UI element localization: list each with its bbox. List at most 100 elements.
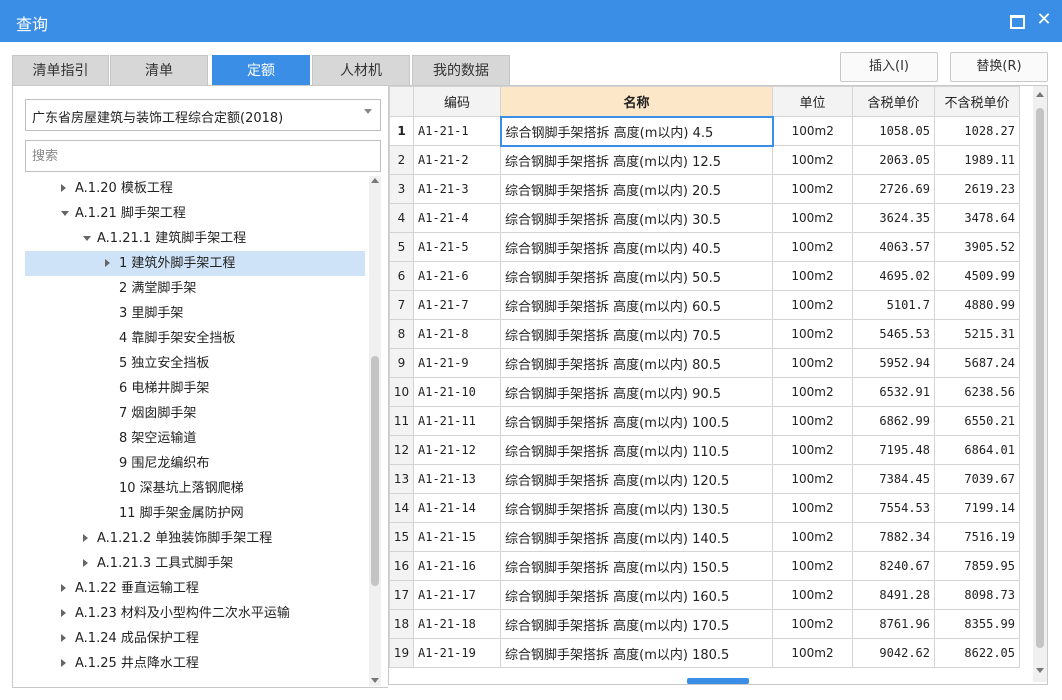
price-notax-cell[interactable]: 5215.31 — [934, 319, 1020, 349]
price-notax-cell[interactable]: 7199.14 — [934, 493, 1020, 523]
tab-quota[interactable]: 定额 — [212, 55, 310, 85]
code-cell[interactable]: A1-21-17 — [413, 580, 501, 610]
unit-cell[interactable]: 100m2 — [772, 232, 853, 262]
price-notax-cell[interactable]: 2619.23 — [934, 174, 1020, 204]
tree-scrollbar[interactable] — [369, 176, 381, 686]
name-cell[interactable]: 综合钢脚手架搭拆 高度(m以内) 30.5 — [500, 203, 773, 233]
price-tax-cell[interactable]: 6532.91 — [852, 377, 935, 407]
tree-node[interactable]: 7 烟囱脚手架 — [25, 401, 365, 426]
triangle-down-icon[interactable] — [61, 211, 69, 216]
code-cell[interactable]: A1-21-8 — [413, 319, 501, 349]
tree-node[interactable]: A.1.22 垂直运输工程 — [25, 576, 365, 601]
unit-cell[interactable]: 100m2 — [772, 522, 853, 552]
table-row[interactable]: 10 A1-21-10 综合钢脚手架搭拆 高度(m以内) 90.5 100m2 6532… — [389, 377, 1020, 407]
row-number[interactable]: 10 — [389, 377, 414, 407]
quota-library-select[interactable]: 广东省房屋建筑与装饰工程综合定额(2018) — [25, 99, 381, 131]
unit-cell[interactable]: 100m2 — [772, 348, 853, 378]
header-price-notax[interactable]: 不含税单价 — [934, 86, 1020, 117]
tab-bill-guide[interactable]: 清单指引 — [12, 55, 109, 85]
code-cell[interactable]: A1-21-5 — [413, 232, 501, 262]
name-cell[interactable]: 综合钢脚手架搭拆 高度(m以内) 120.5 — [500, 464, 773, 494]
name-cell[interactable]: 综合钢脚手架搭拆 高度(m以内) 100.5 — [500, 406, 773, 436]
triangle-right-icon[interactable] — [105, 259, 110, 267]
code-cell[interactable]: A1-21-1 — [413, 116, 501, 146]
tree-node[interactable]: A.1.21.1 建筑脚手架工程 — [25, 226, 365, 251]
tree-node[interactable]: 3 里脚手架 — [25, 301, 365, 326]
name-cell[interactable]: 综合钢脚手架搭拆 高度(m以内) 50.5 — [500, 261, 773, 291]
code-cell[interactable]: A1-21-6 — [413, 261, 501, 291]
name-cell[interactable]: 综合钢脚手架搭拆 高度(m以内) 60.5 — [500, 290, 773, 320]
code-cell[interactable]: A1-21-15 — [413, 522, 501, 552]
header-unit[interactable]: 单位 — [772, 86, 853, 117]
scroll-up-icon[interactable] — [1036, 92, 1044, 97]
row-number[interactable]: 13 — [389, 464, 414, 494]
code-cell[interactable]: A1-21-13 — [413, 464, 501, 494]
scroll-up-icon[interactable] — [371, 178, 379, 183]
price-notax-cell[interactable]: 7859.95 — [934, 551, 1020, 581]
price-notax-cell[interactable]: 8355.99 — [934, 609, 1020, 639]
scroll-down-icon[interactable] — [371, 678, 379, 683]
row-number[interactable]: 3 — [389, 174, 414, 204]
price-notax-cell[interactable]: 7039.67 — [934, 464, 1020, 494]
table-row[interactable]: 18 A1-21-18 综合钢脚手架搭拆 高度(m以内) 170.5 100m2 876… — [389, 609, 1020, 639]
tree-node[interactable]: A.1.23 材料及小型构件二次水平运输 — [25, 601, 365, 626]
tree-node[interactable]: 4 靠脚手架安全挡板 — [25, 326, 365, 351]
name-cell[interactable]: 综合钢脚手架搭拆 高度(m以内) 20.5 — [500, 174, 773, 204]
price-tax-cell[interactable]: 5101.7 — [852, 290, 935, 320]
unit-cell[interactable]: 100m2 — [772, 145, 853, 175]
price-tax-cell[interactable]: 6862.99 — [852, 406, 935, 436]
price-tax-cell[interactable]: 3624.35 — [852, 203, 935, 233]
row-number[interactable]: 17 — [389, 580, 414, 610]
tree-node[interactable]: A.1.21 脚手架工程 — [25, 201, 365, 226]
code-cell[interactable]: A1-21-18 — [413, 609, 501, 639]
name-cell[interactable]: 综合钢脚手架搭拆 高度(m以内) 40.5 — [500, 232, 773, 262]
table-row[interactable]: 1 A1-21-1 综合钢脚手架搭拆 高度(m以内) 4.5 100m2 1058.05… — [389, 115, 1020, 147]
tree-node[interactable]: 11 脚手架金属防护网 — [25, 501, 365, 526]
tree-node[interactable]: 9 围尼龙编织布 — [25, 451, 365, 476]
name-cell[interactable]: 综合钢脚手架搭拆 高度(m以内) 130.5 — [500, 493, 773, 523]
table-row[interactable]: 2 A1-21-2 综合钢脚手架搭拆 高度(m以内) 12.5 100m2 2063.0… — [389, 145, 1020, 175]
table-row[interactable]: 17 A1-21-17 综合钢脚手架搭拆 高度(m以内) 160.5 100m2 849… — [389, 580, 1020, 610]
triangle-right-icon[interactable] — [61, 184, 66, 192]
code-cell[interactable]: A1-21-19 — [413, 638, 501, 668]
price-tax-cell[interactable]: 4695.02 — [852, 261, 935, 291]
price-tax-cell[interactable]: 8761.96 — [852, 609, 935, 639]
name-cell[interactable]: 综合钢脚手架搭拆 高度(m以内) 140.5 — [500, 522, 773, 552]
price-notax-cell[interactable]: 3905.52 — [934, 232, 1020, 262]
name-cell[interactable]: 综合钢脚手架搭拆 高度(m以内) 170.5 — [500, 609, 773, 639]
price-tax-cell[interactable]: 2726.69 — [852, 174, 935, 204]
tree-node[interactable]: 2 满堂脚手架 — [25, 276, 365, 301]
unit-cell[interactable]: 100m2 — [772, 203, 853, 233]
triangle-right-icon[interactable] — [83, 534, 88, 542]
name-cell[interactable]: 综合钢脚手架搭拆 高度(m以内) 12.5 — [500, 145, 773, 175]
tree-node[interactable]: 1 建筑外脚手架工程 — [25, 251, 365, 276]
triangle-right-icon[interactable] — [83, 559, 88, 567]
triangle-right-icon[interactable] — [61, 634, 66, 642]
row-number[interactable]: 5 — [389, 232, 414, 262]
unit-cell[interactable]: 100m2 — [772, 609, 853, 639]
table-row[interactable]: 9 A1-21-9 综合钢脚手架搭拆 高度(m以内) 80.5 100m2 5952.9… — [389, 348, 1020, 378]
table-row[interactable]: 3 A1-21-3 综合钢脚手架搭拆 高度(m以内) 20.5 100m2 2726.6… — [389, 174, 1020, 204]
table-row[interactable]: 4 A1-21-4 综合钢脚手架搭拆 高度(m以内) 30.5 100m2 3624.3… — [389, 203, 1020, 233]
grid-scrollbar[interactable] — [1033, 86, 1047, 682]
row-number[interactable]: 18 — [389, 609, 414, 639]
price-tax-cell[interactable]: 7384.45 — [852, 464, 935, 494]
unit-cell[interactable]: 100m2 — [772, 377, 853, 407]
table-row[interactable]: 11 A1-21-11 综合钢脚手架搭拆 高度(m以内) 100.5 100m2 686… — [389, 406, 1020, 436]
price-notax-cell[interactable]: 1028.27 — [934, 116, 1020, 146]
table-row[interactable]: 8 A1-21-8 综合钢脚手架搭拆 高度(m以内) 70.5 100m2 5465.5… — [389, 319, 1020, 349]
scroll-down-icon[interactable] — [1036, 668, 1044, 673]
price-notax-cell[interactable]: 4509.99 — [934, 261, 1020, 291]
unit-cell[interactable]: 100m2 — [772, 435, 853, 465]
unit-cell[interactable]: 100m2 — [772, 493, 853, 523]
price-notax-cell[interactable]: 1989.11 — [934, 145, 1020, 175]
table-row[interactable]: 5 A1-21-5 综合钢脚手架搭拆 高度(m以内) 40.5 100m2 4063.5… — [389, 232, 1020, 262]
table-row[interactable]: 19 A1-21-19 综合钢脚手架搭拆 高度(m以内) 180.5 100m2 904… — [389, 638, 1020, 668]
table-row[interactable]: 14 A1-21-14 综合钢脚手架搭拆 高度(m以内) 130.5 100m2 755… — [389, 493, 1020, 523]
maximize-icon[interactable] — [1006, 10, 1026, 30]
name-cell[interactable]: 综合钢脚手架搭拆 高度(m以内) 4.5 — [499, 115, 774, 147]
unit-cell[interactable]: 100m2 — [772, 174, 853, 204]
price-tax-cell[interactable]: 7195.48 — [852, 435, 935, 465]
tree-node[interactable]: 8 架空运输道 — [25, 426, 365, 451]
row-number[interactable]: 15 — [389, 522, 414, 552]
